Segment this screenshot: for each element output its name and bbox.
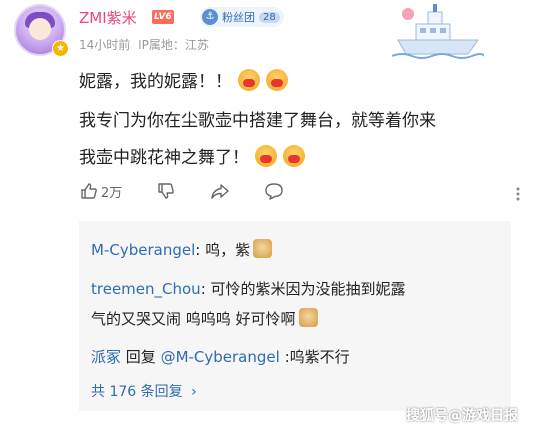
reply-text: 回复 — [121, 348, 161, 366]
comment-icon — [265, 183, 283, 200]
comment-text-line-2: 我专门为你在尘歌壶中搭建了舞台，就等着你来 — [79, 111, 436, 131]
comment-text-line-3: 我壶中跳花神之舞了！ — [79, 143, 305, 168]
reply-list: M-Cyberangel: 呜，紫 treemen_Chou: 可怜的紫米因为没… — [79, 221, 511, 411]
username[interactable]: ZMI紫米 — [79, 7, 137, 28]
avatar[interactable]: ★ — [14, 4, 69, 57]
comment-meta: 14小时前 IP属地：江苏 — [79, 36, 209, 53]
doge-emoji-icon — [253, 239, 273, 258]
reply-text: :呜紫不行 — [279, 348, 350, 366]
reply-mention[interactable]: @M-Cyberangel — [161, 348, 280, 366]
reply-text: : 呜，紫 — [195, 241, 251, 259]
level-badge: LV6 — [152, 10, 174, 24]
comment-text: 我壶中跳花神之舞了！ — [79, 148, 249, 168]
reply-author[interactable]: M-Cyberangel — [91, 241, 195, 259]
comment-text-line-1: 妮露，我的妮露！！ — [79, 67, 288, 92]
reply-item[interactable]: treemen_Chou: 可怜的紫米因为没能抽到妮露 — [91, 278, 406, 299]
reply-author[interactable]: treemen_Chou — [91, 280, 201, 298]
fan-group-badge[interactable]: ⚓ 粉丝团 28 — [200, 7, 284, 27]
doge-emoji-icon — [298, 308, 318, 327]
reply-item[interactable]: 派冢 回复 @M-Cyberangel :呜紫不行 — [91, 346, 350, 367]
fan-group-icon: ⚓ — [202, 9, 218, 25]
like-icon — [81, 183, 97, 199]
view-all-replies-link[interactable]: 共 176 条回复 › — [91, 381, 197, 401]
watermark: 搜狐号@游戏日报 — [406, 408, 518, 424]
crown-icon: ★ — [52, 40, 69, 57]
reply-author[interactable]: 派冢 — [91, 348, 121, 366]
share-icon — [211, 184, 229, 199]
total-replies-label: 共 176 条回复 — [91, 384, 183, 400]
love-emoji-icon — [283, 145, 305, 167]
heart-emoji-icon — [238, 69, 260, 91]
comment-text: 妮露，我的妮露！！ — [79, 72, 232, 92]
reply-item-continued: 气的又哭又闹 呜呜呜 好可怜啊 — [91, 308, 318, 329]
ship-decoration-icon — [392, 4, 484, 59]
avatar-face — [29, 18, 51, 40]
reply-text: : 可怜的紫米因为没能抽到妮露 — [200, 280, 406, 298]
comment-actions: 2万 — [79, 181, 318, 201]
dislike-icon — [158, 183, 175, 199]
comment-ip-location: IP属地：江苏 — [138, 38, 209, 52]
dislike-button[interactable] — [156, 181, 176, 201]
more-icon[interactable] — [510, 186, 526, 202]
share-button[interactable] — [210, 181, 230, 201]
reply-text: 气的又哭又闹 呜呜呜 好可怜啊 — [91, 310, 296, 328]
reply-item[interactable]: M-Cyberangel: 呜，紫 — [91, 239, 273, 260]
love-emoji-icon — [255, 145, 277, 167]
fan-group-count: 28 — [259, 11, 280, 23]
fan-group-label: 粉丝团 — [222, 11, 255, 24]
heart-emoji-icon — [266, 69, 288, 91]
comment-time: 14小时前 — [79, 38, 131, 52]
like-count: 2万 — [101, 185, 123, 201]
like-button[interactable]: 2万 — [79, 181, 122, 201]
chevron-right-icon: › — [191, 384, 197, 400]
comment-button[interactable] — [264, 181, 284, 201]
